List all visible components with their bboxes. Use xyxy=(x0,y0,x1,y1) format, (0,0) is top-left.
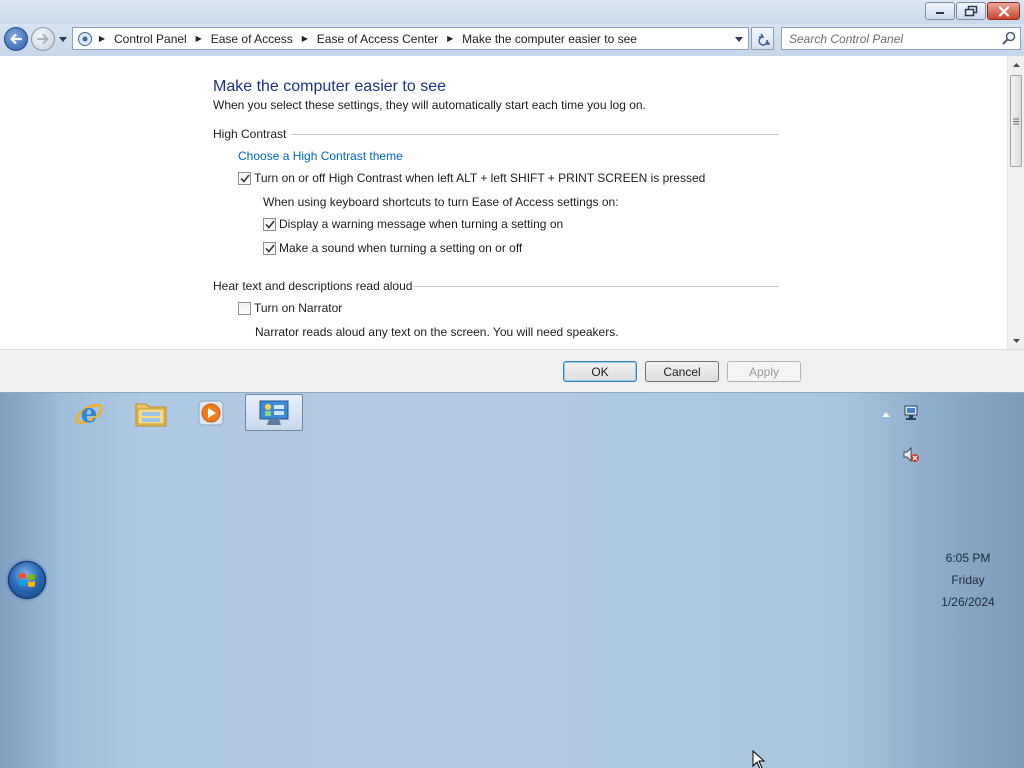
section-divider xyxy=(292,134,778,135)
title-bar[interactable] xyxy=(0,0,1024,24)
mouse-cursor-icon xyxy=(752,750,766,768)
clock-day[interactable]: Friday xyxy=(923,573,1013,587)
search-box[interactable] xyxy=(781,27,1021,50)
scroll-thumb[interactable] xyxy=(1010,75,1022,167)
cancel-button[interactable]: Cancel xyxy=(645,361,719,382)
control-panel-icon xyxy=(259,400,289,425)
ie-icon: e xyxy=(75,399,103,429)
forward-button[interactable] xyxy=(31,27,55,51)
narrator-description: Narrator reads aloud any text on the scr… xyxy=(255,325,619,339)
warning-message-label[interactable]: Display a warning message when turning a… xyxy=(279,217,563,231)
breadcrumb-control-panel[interactable]: Control Panel xyxy=(109,32,192,46)
section-heading-high-contrast: High Contrast xyxy=(213,127,287,141)
taskbar-media-player[interactable] xyxy=(182,394,240,431)
high-contrast-shortcut-label[interactable]: Turn on or off High Contrast when left A… xyxy=(254,171,705,185)
grip-icon xyxy=(1013,118,1019,124)
show-hidden-icons-button[interactable] xyxy=(880,408,892,420)
apply-button[interactable]: Apply xyxy=(727,361,801,382)
chevron-down-icon xyxy=(59,36,67,42)
volume-muted-icon[interactable] xyxy=(902,446,920,464)
back-arrow-icon xyxy=(10,33,23,45)
vertical-scrollbar[interactable] xyxy=(1007,56,1024,349)
network-icon[interactable] xyxy=(902,404,920,422)
recent-pages-dropdown[interactable] xyxy=(57,33,69,45)
scroll-up-button[interactable] xyxy=(1008,56,1024,73)
chevron-down-icon xyxy=(1013,338,1020,343)
address-bar[interactable]: ▶ Control Panel ▶ Ease of Access ▶ Ease … xyxy=(72,27,749,50)
narrator-label[interactable]: Turn on Narrator xyxy=(254,301,342,315)
navigation-bar: ▶ Control Panel ▶ Ease of Access ▶ Ease … xyxy=(0,24,1024,56)
minimize-icon xyxy=(936,12,944,14)
search-icon[interactable] xyxy=(1002,31,1016,45)
dialog-button-bar: OK Cancel Apply xyxy=(0,349,1024,392)
desktop: e 6:05 PM Friday 1/26/2024 xyxy=(0,392,1024,768)
search-input[interactable] xyxy=(782,28,996,49)
breadcrumb-separator[interactable]: ▶ xyxy=(192,29,206,49)
back-button[interactable] xyxy=(4,27,28,51)
checkmark-icon xyxy=(239,174,250,183)
taskbar-internet-explorer[interactable]: e xyxy=(60,394,118,431)
section-divider xyxy=(413,286,778,287)
control-panel-icon xyxy=(75,29,95,49)
restore-icon xyxy=(964,5,978,17)
checkmark-icon xyxy=(264,220,275,229)
choose-high-contrast-theme-link[interactable]: Choose a High Contrast theme xyxy=(238,149,403,163)
breadcrumb-ease-of-access[interactable]: Ease of Access xyxy=(206,32,298,46)
breadcrumb-separator[interactable]: ▶ xyxy=(95,29,109,49)
start-button[interactable] xyxy=(8,561,46,599)
sound-checkbox[interactable] xyxy=(263,242,276,255)
sound-label[interactable]: Make a sound when turning a setting on o… xyxy=(279,241,522,255)
high-contrast-shortcut-checkbox[interactable] xyxy=(238,172,251,185)
page-subtitle: When you select these settings, they wil… xyxy=(213,98,646,112)
ok-button[interactable]: OK xyxy=(563,361,637,382)
narrator-checkbox[interactable] xyxy=(238,302,251,315)
taskbar-ease-of-access-center[interactable] xyxy=(245,394,303,431)
shortcut-note: When using keyboard shortcuts to turn Ea… xyxy=(263,195,619,209)
chevron-up-icon xyxy=(882,411,890,417)
warning-message-checkbox[interactable] xyxy=(263,218,276,231)
taskbar-windows-explorer[interactable] xyxy=(122,394,180,431)
chevron-down-icon xyxy=(735,36,743,42)
minimize-button[interactable] xyxy=(925,2,955,20)
content-pane: Make the computer easier to see When you… xyxy=(0,56,1024,349)
breadcrumb-separator[interactable]: ▶ xyxy=(443,29,457,49)
close-icon xyxy=(998,5,1009,17)
page-title: Make the computer easier to see xyxy=(213,78,447,95)
scroll-down-button[interactable] xyxy=(1008,332,1024,349)
folder-icon xyxy=(135,403,167,426)
taskbar-edge xyxy=(0,392,1024,393)
breadcrumb-ease-of-access-center[interactable]: Ease of Access Center xyxy=(312,32,443,46)
chevron-up-icon xyxy=(1013,62,1020,67)
close-button[interactable] xyxy=(987,2,1020,20)
clock-time[interactable]: 6:05 PM xyxy=(923,551,1013,565)
windows-logo-icon xyxy=(19,573,35,587)
address-history-dropdown[interactable] xyxy=(732,31,746,47)
media-player-icon xyxy=(198,400,224,425)
refresh-icon xyxy=(757,33,770,46)
control-panel-window: ▶ Control Panel ▶ Ease of Access ▶ Ease … xyxy=(0,0,1024,392)
restore-button[interactable] xyxy=(956,2,986,20)
breadcrumb-separator[interactable]: ▶ xyxy=(298,29,312,49)
section-heading-narrator: Hear text and descriptions read aloud xyxy=(213,279,413,293)
svg-text:e: e xyxy=(81,399,98,429)
clock-date[interactable]: 1/26/2024 xyxy=(923,595,1013,609)
checkmark-icon xyxy=(264,244,275,253)
breadcrumb-current-page[interactable]: Make the computer easier to see xyxy=(457,32,642,46)
forward-arrow-icon xyxy=(37,34,49,44)
refresh-button[interactable] xyxy=(751,27,774,50)
